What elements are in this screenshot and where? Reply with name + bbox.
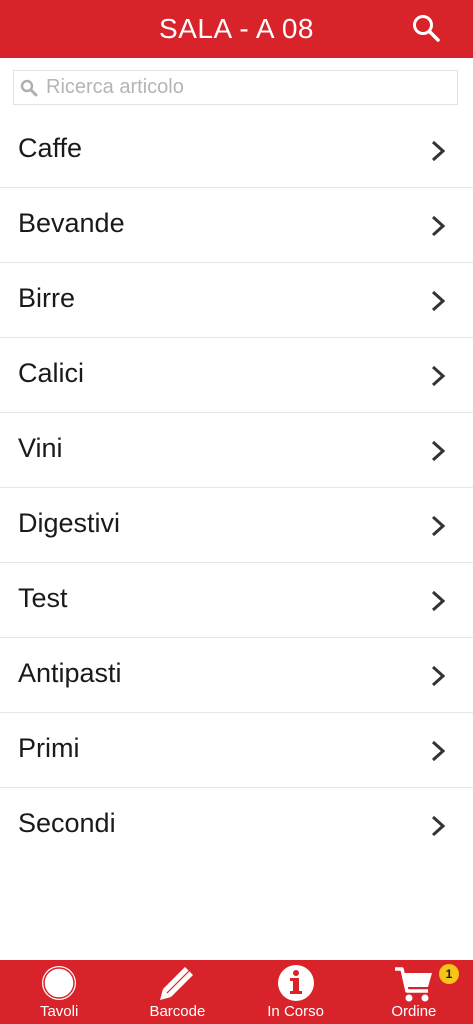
list-item-birre[interactable]: Birre bbox=[0, 263, 473, 338]
tab-ordine[interactable]: 1 Ordine bbox=[355, 960, 473, 1024]
info-icon bbox=[274, 963, 318, 1007]
search-icon[interactable] bbox=[411, 13, 441, 43]
chevron-right-icon bbox=[431, 515, 445, 537]
list-item-label: Calici bbox=[18, 358, 85, 388]
list-item-primi[interactable]: Primi bbox=[0, 713, 473, 788]
tab-barcode[interactable]: Barcode bbox=[118, 960, 236, 1024]
list-item-label: Bevande bbox=[18, 208, 125, 238]
page-title: SALA - A 08 bbox=[159, 13, 314, 44]
tab-in-corso[interactable]: In Corso bbox=[237, 960, 355, 1024]
search-field bbox=[13, 70, 458, 105]
cart-count-badge: 1 bbox=[439, 964, 459, 984]
chevron-right-icon bbox=[431, 215, 445, 237]
chevron-right-icon bbox=[431, 290, 445, 312]
app-screen: SALA - A 08 Caffe Bevande Birre bbox=[0, 0, 473, 1024]
pencil-icon bbox=[155, 963, 199, 1007]
chevron-right-icon bbox=[431, 590, 445, 612]
list-item-label: Secondi bbox=[18, 808, 116, 838]
chevron-right-icon bbox=[431, 740, 445, 762]
list-item-label: Test bbox=[18, 583, 68, 613]
cart-icon bbox=[392, 963, 436, 1007]
list-item-label: Vini bbox=[18, 433, 63, 463]
list-item-antipasti[interactable]: Antipasti bbox=[0, 638, 473, 713]
list-item-label: Digestivi bbox=[18, 508, 121, 538]
category-list: Caffe Bevande Birre Calici Vini Digestiv… bbox=[0, 113, 473, 863]
list-item-calici[interactable]: Calici bbox=[0, 338, 473, 413]
chevron-right-icon bbox=[431, 440, 445, 462]
list-item-label: Antipasti bbox=[18, 658, 122, 688]
bottom-tab-bar: Tavoli Barcode In Corso 1 Ordine bbox=[0, 960, 473, 1024]
circle-icon bbox=[37, 963, 81, 1007]
list-item-caffe[interactable]: Caffe bbox=[0, 113, 473, 188]
list-item-secondi[interactable]: Secondi bbox=[0, 788, 473, 863]
search-input[interactable] bbox=[46, 71, 451, 104]
chevron-right-icon bbox=[431, 665, 445, 687]
list-item-label: Caffe bbox=[18, 133, 83, 163]
magnifier-icon bbox=[20, 79, 38, 97]
chevron-right-icon bbox=[431, 365, 445, 387]
tab-label: Barcode bbox=[149, 1003, 206, 1020]
chevron-right-icon bbox=[431, 140, 445, 162]
header-bar: SALA - A 08 bbox=[0, 0, 473, 58]
list-item-vini[interactable]: Vini bbox=[0, 413, 473, 488]
list-item-test[interactable]: Test bbox=[0, 563, 473, 638]
tab-label: Tavoli bbox=[39, 1003, 79, 1020]
tab-tavoli[interactable]: Tavoli bbox=[0, 960, 118, 1024]
list-item-digestivi[interactable]: Digestivi bbox=[0, 488, 473, 563]
list-item-label: Primi bbox=[18, 733, 80, 763]
tab-label: Ordine bbox=[391, 1003, 437, 1020]
list-item-bevande[interactable]: Bevande bbox=[0, 188, 473, 263]
tab-label: In Corso bbox=[267, 1003, 324, 1020]
chevron-right-icon bbox=[431, 815, 445, 837]
list-item-label: Birre bbox=[18, 283, 76, 313]
